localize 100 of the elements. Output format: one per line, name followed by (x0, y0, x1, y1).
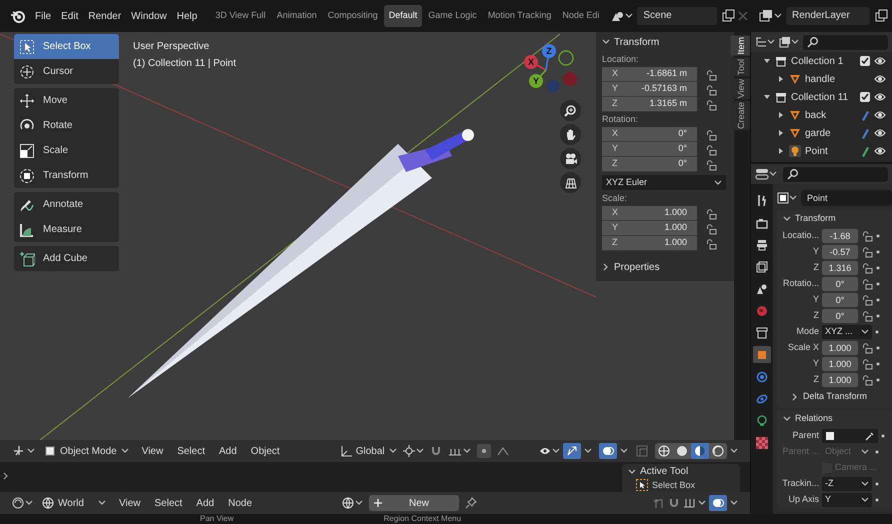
sidebar-tab[interactable]: View (731, 78, 750, 100)
expand-triangle-icon[interactable] (763, 57, 771, 65)
collapse-triangle-icon[interactable] (777, 147, 785, 155)
keyframe-dot-icon[interactable] (876, 282, 880, 286)
world-dropdown[interactable]: World (39, 494, 109, 512)
number-field[interactable]: X 1.000 (602, 206, 697, 221)
workspace-tab[interactable]: Animation (272, 5, 322, 27)
number-field[interactable]: 0° (822, 277, 858, 291)
gizmo-toggle[interactable] (563, 443, 581, 459)
projection-button[interactable] (560, 172, 581, 193)
menu-item[interactable]: Node (224, 496, 256, 510)
menu-item[interactable]: Window (126, 6, 172, 26)
number-field[interactable]: -0.57 (822, 245, 858, 259)
dropdown[interactable]: XYZ Euler (602, 175, 726, 190)
camera-view-button[interactable] (560, 148, 581, 169)
expand-triangle-icon[interactable] (763, 93, 771, 101)
number-field[interactable]: Y 0° (602, 142, 697, 157)
editor-type-button[interactable] (12, 497, 33, 509)
checkbox[interactable] (860, 56, 870, 66)
eye-icon[interactable] (874, 109, 886, 121)
sidebar-tab[interactable]: Item (731, 36, 750, 56)
view-layer-name-field[interactable]: RenderLayer (786, 7, 870, 25)
checkbox[interactable] (860, 92, 870, 102)
keyframe-dot-icon[interactable] (876, 362, 880, 366)
outliner-item[interactable]: Collection 1 (791, 54, 844, 68)
lock-icon[interactable] (705, 144, 717, 156)
lock-icon[interactable] (705, 128, 717, 140)
keyframe-dot-icon[interactable] (876, 378, 880, 382)
lock-icon[interactable] (861, 246, 873, 258)
lock-icon[interactable] (705, 222, 717, 234)
pin-icon[interactable] (465, 497, 477, 509)
mode-dropdown[interactable]: Object Mode (41, 442, 132, 460)
number-field[interactable]: X -1.6861 m (602, 67, 697, 82)
outliner-item[interactable]: handle (805, 72, 836, 86)
blender-logo-icon[interactable] (10, 8, 26, 24)
visibility-button[interactable] (539, 445, 560, 457)
number-field[interactable]: 1.000 (822, 357, 858, 371)
lock-icon[interactable] (705, 98, 717, 110)
lock-icon[interactable] (705, 158, 717, 170)
pivot-button[interactable] (402, 445, 424, 457)
panel-header[interactable]: Properties (596, 257, 734, 277)
magnet-icon[interactable] (430, 445, 442, 457)
lock-icon[interactable] (861, 278, 873, 290)
eye-icon[interactable] (874, 127, 886, 139)
copy-icon[interactable] (874, 9, 888, 23)
lock-icon[interactable] (705, 84, 717, 96)
pan-button[interactable] (560, 124, 581, 145)
menu-item[interactable]: Help (172, 6, 202, 26)
sidebar-tab[interactable]: Create (731, 101, 750, 130)
number-field[interactable]: 1.316 (822, 261, 858, 275)
menu-item[interactable]: Select (150, 496, 186, 510)
lock-icon[interactable] (861, 230, 873, 242)
filter-button[interactable] (779, 36, 799, 48)
keyframe-dot-icon[interactable] (876, 346, 880, 350)
search-field[interactable] (783, 166, 888, 182)
panel-header[interactable]: Active Tool (628, 464, 740, 479)
outliner-item[interactable]: Collection 11 (791, 90, 848, 104)
workspace-tab[interactable]: Node Edi (557, 5, 604, 27)
view-layer-selector-button[interactable] (757, 9, 784, 23)
lock-icon[interactable] (861, 342, 873, 354)
collapse-triangle-icon[interactable] (777, 75, 785, 83)
collapse-triangle-icon[interactable] (777, 111, 785, 119)
workspace-tab[interactable]: Game Logic (423, 5, 482, 27)
outliner-item[interactable]: back (805, 108, 826, 122)
menu-item[interactable]: Select (173, 444, 209, 458)
menu-item[interactable]: Render (83, 6, 126, 26)
editor-type-button[interactable] (755, 168, 777, 180)
eye-icon[interactable] (874, 145, 886, 157)
object-name-field[interactable]: Point (801, 190, 892, 206)
shading-mode-button[interactable] (691, 443, 709, 459)
lock-icon[interactable] (861, 262, 873, 274)
orientation-dropdown[interactable]: Global (340, 444, 397, 458)
eyedropper-icon[interactable] (865, 431, 875, 441)
keyframe-dot-icon[interactable] (876, 266, 880, 270)
keyframe-dot-icon[interactable] (876, 298, 880, 302)
sidebar-tab[interactable]: Tool (731, 58, 750, 76)
dropdown[interactable]: Y (822, 493, 872, 507)
menu-item[interactable]: View (138, 444, 168, 458)
workspace-tab[interactable]: 3D View Full (210, 5, 271, 27)
number-field[interactable]: X 0° (602, 127, 697, 142)
menu-item[interactable]: Object (246, 444, 284, 458)
menu-item[interactable]: View (115, 496, 144, 510)
parent-arrow-icon[interactable] (653, 497, 665, 509)
workspace-tab[interactable]: Motion Tracking (482, 5, 556, 27)
falloff-icon[interactable] (496, 445, 509, 457)
zoom-button[interactable] (560, 100, 581, 121)
panel-header[interactable]: Relations (777, 410, 892, 428)
menu-item[interactable]: Add (192, 496, 218, 510)
proportional-icon[interactable] (476, 444, 491, 458)
number-field[interactable]: 0° (822, 293, 858, 307)
properties-tab[interactable] (753, 434, 771, 451)
workspace-tab[interactable]: Compositing (322, 5, 383, 27)
lock-icon[interactable] (705, 208, 717, 220)
lock-icon[interactable] (861, 358, 873, 370)
copy-icon[interactable] (721, 9, 736, 23)
overlays-toggle[interactable] (599, 443, 617, 459)
object-field[interactable] (822, 429, 878, 443)
panel-header[interactable]: Transform (596, 32, 734, 52)
number-field[interactable]: 1.000 (822, 341, 858, 355)
keyframe-dot-icon[interactable] (875, 498, 879, 502)
